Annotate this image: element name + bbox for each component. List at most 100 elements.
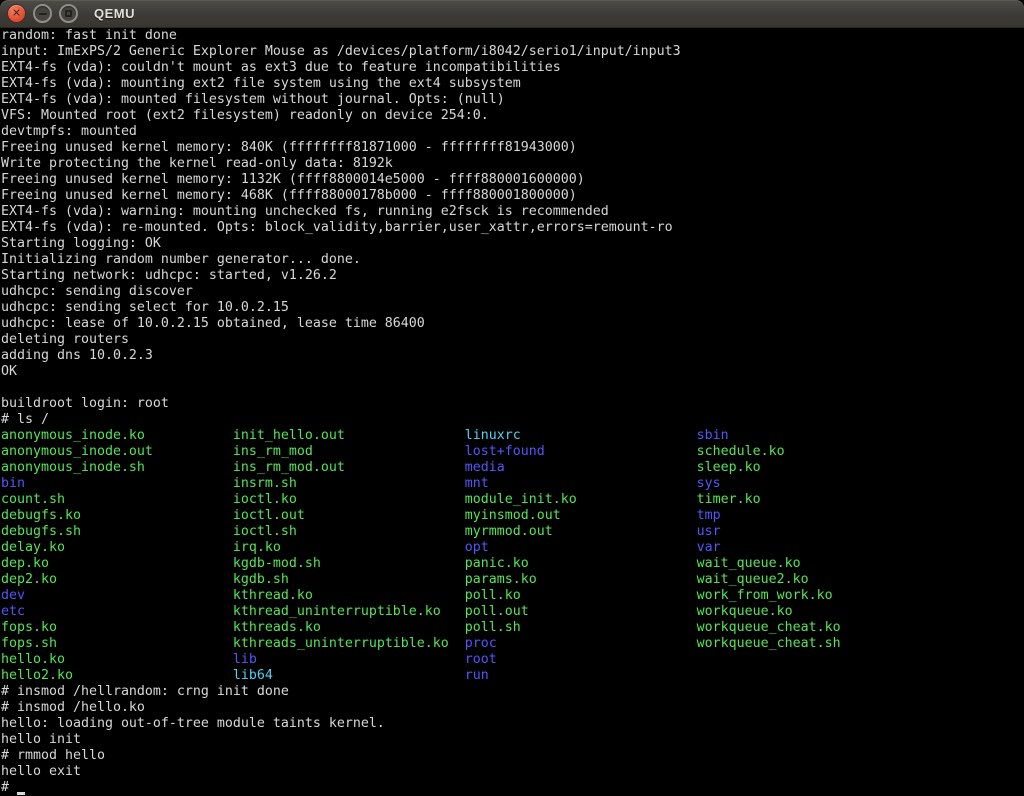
ls-entry: count.sh (1, 492, 233, 507)
ls-entry: lib64 (233, 668, 465, 683)
ls-entry: anonymous_inode.out (1, 444, 233, 459)
terminal-text: EXT4-fs (vda): mounted filesystem withou… (1, 92, 505, 107)
ls-entry: myinsmod.out (465, 508, 697, 523)
terminal-line: udhcpc: sending select for 10.0.2.15 (1, 300, 1024, 316)
ls-entry: irq.ko (233, 540, 465, 555)
terminal-line: # insmod /hello.ko (1, 700, 1024, 716)
ls-entry: sys (697, 476, 721, 491)
ls-entry: kthreads.ko (233, 620, 465, 635)
terminal-text: Initializing random number generator... … (1, 252, 361, 267)
ls-entry: module_init.ko (465, 492, 697, 507)
ls-entry: insrm.sh (233, 476, 465, 491)
terminal-line: EXT4-fs (vda): mounting ext2 file system… (1, 76, 1024, 92)
ls-entry: root (465, 652, 497, 667)
ls-entry: dep2.ko (1, 572, 233, 587)
close-button[interactable]: ✕ (7, 4, 26, 23)
ls-entry: wait_queue.ko (697, 556, 801, 571)
terminal-text (1, 380, 9, 395)
ls-entry: debugfs.sh (1, 524, 233, 539)
terminal-line: debugfs.ko ioctl.out myinsmod.out tmp (1, 508, 1024, 524)
terminal-line: Freeing unused kernel memory: 468K (ffff… (1, 188, 1024, 204)
terminal-line: input: ImExPS/2 Generic Explorer Mouse a… (1, 44, 1024, 60)
terminal-text: udhcpc: sending discover (1, 284, 193, 299)
ls-entry: anonymous_inode.ko (1, 428, 233, 443)
ls-entry: kgdb-mod.sh (233, 556, 465, 571)
terminal-line: # (1, 780, 1024, 796)
ls-entry: dep.ko (1, 556, 233, 571)
terminal-text: # ls / (1, 412, 49, 427)
terminal-text: devtmpfs: mounted (1, 124, 137, 139)
ls-entry: lib (233, 652, 465, 667)
ls-entry: lost+found (465, 444, 697, 459)
terminal-line: EXT4-fs (vda): warning: mounting uncheck… (1, 204, 1024, 220)
terminal-text: # insmod /hellrandom: crng init done (1, 684, 289, 699)
ls-entry: sbin (697, 428, 729, 443)
terminal-line: delay.ko irq.ko opt var (1, 540, 1024, 556)
terminal-line: Starting network: udhcpc: started, v1.26… (1, 268, 1024, 284)
terminal-text: # rmmod hello (1, 748, 105, 763)
terminal-text: hello init (1, 732, 81, 747)
terminal-line: EXT4-fs (vda): couldn't mount as ext3 du… (1, 60, 1024, 76)
terminal-line: dep.ko kgdb-mod.sh panic.ko wait_queue.k… (1, 556, 1024, 572)
terminal-text: # insmod /hello.ko (1, 700, 145, 715)
ls-entry: delay.ko (1, 540, 233, 555)
terminal-text: deleting routers (1, 332, 129, 347)
terminal-text: Freeing unused kernel memory: 468K (ffff… (1, 188, 577, 203)
terminal-line: Freeing unused kernel memory: 840K (ffff… (1, 140, 1024, 156)
terminal-text: udhcpc: lease of 10.0.2.15 obtained, lea… (1, 316, 425, 331)
terminal-line: EXT4-fs (vda): re-mounted. Opts: block_v… (1, 220, 1024, 236)
maximize-button[interactable] (59, 4, 78, 23)
ls-entry: ins_rm_mod.out (233, 460, 465, 475)
ls-entry: wait_queue2.ko (697, 572, 809, 587)
ls-entry: sleep.ko (697, 460, 761, 475)
terminal-line: adding dns 10.0.2.3 (1, 348, 1024, 364)
terminal-text: Write protecting the kernel read-only da… (1, 156, 393, 171)
ls-entry: work_from_work.ko (697, 588, 833, 603)
terminal-line: dep2.ko kgdb.sh params.ko wait_queue2.ko (1, 572, 1024, 588)
terminal-line: deleting routers (1, 332, 1024, 348)
terminal-line: hello: loading out-of-tree module taints… (1, 716, 1024, 732)
terminal-line: VFS: Mounted root (ext2 filesystem) read… (1, 108, 1024, 124)
terminal-text: Starting network: udhcpc: started, v1.26… (1, 268, 337, 283)
window-titlebar[interactable]: ✕ QEMU (0, 0, 1024, 28)
ls-entry: kthread.ko (233, 588, 465, 603)
terminal-line: Initializing random number generator... … (1, 252, 1024, 268)
terminal-line: count.sh ioctl.ko module_init.ko timer.k… (1, 492, 1024, 508)
ls-entry: var (697, 540, 721, 555)
ls-entry: panic.ko (465, 556, 697, 571)
ls-entry: debugfs.ko (1, 508, 233, 523)
terminal-line: hello init (1, 732, 1024, 748)
ls-entry: dev (1, 588, 233, 603)
ls-entry: params.ko (465, 572, 697, 587)
ls-entry: poll.sh (465, 620, 697, 635)
ls-entry: workqueue.ko (697, 604, 793, 619)
maximize-icon (65, 10, 72, 17)
ls-entry: ins_rm_mod (233, 444, 465, 459)
ls-entry: hello2.ko (1, 668, 233, 683)
window-title: QEMU (94, 6, 135, 21)
terminal-line: # insmod /hellrandom: crng init done (1, 684, 1024, 700)
ls-entry: bin (1, 476, 233, 491)
terminal-line: etc kthread_uninterruptible.ko poll.out … (1, 604, 1024, 620)
ls-entry: kthread_uninterruptible.ko (233, 604, 465, 619)
minimize-button[interactable] (33, 4, 52, 23)
terminal-text: VFS: Mounted root (ext2 filesystem) read… (1, 108, 489, 123)
terminal-line: anonymous_inode.out ins_rm_mod lost+foun… (1, 444, 1024, 460)
terminal-line: hello exit (1, 764, 1024, 780)
ls-entry: anonymous_inode.sh (1, 460, 233, 475)
terminal-text: Freeing unused kernel memory: 1132K (fff… (1, 172, 585, 187)
terminal-screen[interactable]: random: fast init doneinput: ImExPS/2 Ge… (0, 28, 1024, 796)
terminal-line: random: fast init done (1, 28, 1024, 44)
terminal-line: hello2.ko lib64 run (1, 668, 1024, 684)
ls-entry: run (465, 668, 489, 683)
terminal-line: Freeing unused kernel memory: 1132K (fff… (1, 172, 1024, 188)
ls-entry: etc (1, 604, 233, 619)
terminal-line: udhcpc: lease of 10.0.2.15 obtained, lea… (1, 316, 1024, 332)
terminal-line: OK (1, 364, 1024, 380)
ls-entry: opt (465, 540, 697, 555)
ls-entry: workqueue_cheat.ko (697, 620, 841, 635)
terminal-line: buildroot login: root (1, 396, 1024, 412)
ls-entry: tmp (697, 508, 721, 523)
ls-entry: hello.ko (1, 652, 233, 667)
ls-entry: fops.sh (1, 636, 233, 651)
